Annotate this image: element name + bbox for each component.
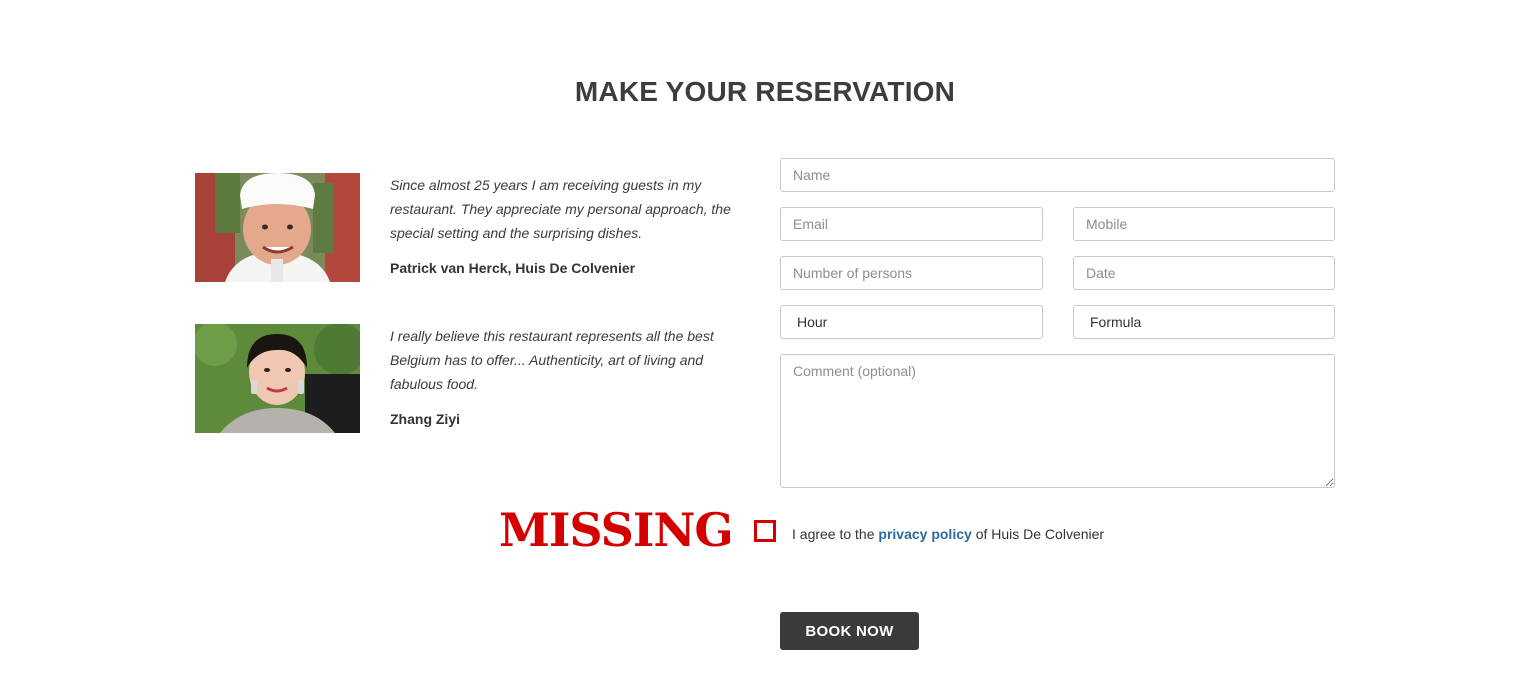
book-now-button[interactable]: BOOK NOW <box>780 612 919 650</box>
date-input[interactable] <box>1073 256 1335 290</box>
privacy-agreement: I agree to the privacy policy of Huis De… <box>792 525 1104 543</box>
page-title: MAKE YOUR RESERVATION <box>574 76 956 107</box>
testimonial-quote: I really believe this restaurant represe… <box>390 328 714 392</box>
missing-warning: MISSING <box>499 503 734 557</box>
formula-select[interactable]: Formula <box>1073 305 1335 339</box>
persons-input[interactable] <box>780 256 1043 290</box>
agree-prefix: I agree to the <box>792 526 875 542</box>
name-input[interactable] <box>780 158 1335 192</box>
privacy-policy-link[interactable]: privacy policy <box>878 526 971 542</box>
email-input[interactable] <box>780 207 1043 241</box>
comment-textarea[interactable] <box>780 354 1335 488</box>
testimonial-author: Patrick van Herck, Huis De Colvenier <box>390 260 636 276</box>
testimonial-author: Zhang Ziyi <box>390 411 460 427</box>
privacy-checkbox[interactable] <box>754 520 776 542</box>
agree-suffix: of Huis De Colvenier <box>975 526 1105 542</box>
mobile-input[interactable] <box>1073 207 1335 241</box>
testimonial-quote: Since almost 25 years I am receiving gue… <box>390 177 731 241</box>
hour-select[interactable]: Hour <box>780 305 1043 339</box>
chef-portrait-photo <box>195 173 360 282</box>
woman-portrait-photo <box>195 324 360 433</box>
